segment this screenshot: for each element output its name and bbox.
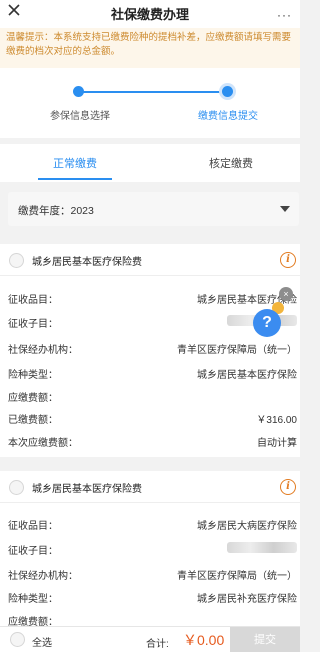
row-key: 本次应缴费额： bbox=[8, 438, 78, 449]
detail-row: 险种类型： 城乡居民基本医疗保险 bbox=[0, 363, 300, 385]
info-icon[interactable]: i bbox=[280, 252, 296, 268]
help-assistant-icon[interactable]: ? bbox=[253, 309, 281, 337]
card-header: 城乡居民基本医疗保险费 i bbox=[0, 244, 300, 276]
card-title: 城乡居民基本医疗保险费 bbox=[32, 257, 142, 268]
detail-row: 社保经办机构： 青羊区医疗保障局（统一） bbox=[0, 338, 300, 360]
row-value: 城乡居民基本医疗保险 bbox=[197, 370, 297, 381]
detail-row: 征收子目： bbox=[0, 539, 300, 561]
row-key: 征收子目： bbox=[8, 319, 58, 330]
step1-dot bbox=[73, 86, 84, 97]
step-progress-line bbox=[79, 91, 228, 93]
detail-row: 险种类型： 城乡居民补充医疗保险 bbox=[0, 587, 300, 609]
step-indicator: 参保信息选择 缴费信息提交 bbox=[0, 68, 300, 138]
helper-close-icon[interactable]: × bbox=[279, 287, 293, 301]
step2-label: 缴费信息提交 bbox=[198, 111, 258, 122]
row-key: 征收子目： bbox=[8, 546, 58, 557]
total-label: 合计: bbox=[146, 639, 169, 650]
total-amount: ￥0.00 bbox=[183, 632, 225, 648]
row-key: 征收品目： bbox=[8, 295, 58, 306]
tab-verified-payment[interactable]: 核定缴费 bbox=[196, 155, 266, 171]
select-all-radio[interactable] bbox=[10, 632, 25, 647]
card-title: 城乡居民基本医疗保险费 bbox=[32, 484, 142, 495]
card-header: 城乡居民基本医疗保险费 i bbox=[0, 471, 300, 503]
notice-banner: 温馨提示：本系统支持已缴费险种的提档补差，应缴费额请填写需要缴费的档次对应的总金… bbox=[0, 28, 300, 68]
step1-label: 参保信息选择 bbox=[50, 111, 110, 122]
info-icon[interactable]: i bbox=[280, 479, 296, 495]
row-value: ￥316.00 bbox=[256, 415, 297, 426]
more-menu-icon[interactable]: ··· bbox=[277, 8, 292, 22]
select-all-label[interactable]: 全选 bbox=[32, 634, 52, 649]
page-title: 社保缴费办理 bbox=[110, 7, 189, 22]
row-key: 已缴费额： bbox=[8, 415, 58, 426]
tab-normal-payment[interactable]: 正常缴费 bbox=[40, 155, 110, 171]
redacted-value bbox=[227, 542, 297, 553]
row-value: 青羊区医疗保障局（统一） bbox=[177, 571, 297, 582]
insurance-card: 城乡居民基本医疗保险费 i 征收品目： 城乡居民大病医疗保险 征收子目： 社保经… bbox=[0, 471, 300, 628]
submit-button[interactable]: 提交 bbox=[230, 627, 300, 652]
row-key: 险种类型： bbox=[8, 594, 58, 605]
detail-row: 社保经办机构： 青羊区医疗保障局（统一） bbox=[0, 564, 300, 586]
detail-row: 已缴费额： ￥316.00 bbox=[0, 408, 300, 430]
row-key: 险种类型： bbox=[8, 370, 58, 381]
detail-row: 应缴费额： bbox=[0, 386, 300, 408]
detail-row: 征收品目： 城乡居民基本医疗保险 bbox=[0, 288, 300, 310]
row-key: 应缴费额： bbox=[8, 393, 58, 404]
row-value: 青羊区医疗保障局（统一） bbox=[177, 345, 297, 356]
row-key: 征收品目： bbox=[8, 521, 58, 532]
year-select[interactable]: 缴费年度：2023 bbox=[8, 192, 299, 226]
row-value: 城乡居民补充医疗保险 bbox=[197, 594, 297, 605]
insurance-card: 城乡居民基本医疗保险费 i 征收品目： 城乡居民基本医疗保险 征收子目： 社保经… bbox=[0, 244, 300, 457]
row-value: 城乡居民大病医疗保险 bbox=[197, 521, 297, 532]
row-value: 自动计算 bbox=[257, 438, 297, 449]
active-tab-indicator bbox=[38, 178, 112, 180]
step2-dot bbox=[219, 83, 236, 100]
payment-tabs: 正常缴费 核定缴费 bbox=[0, 144, 300, 182]
select-radio[interactable] bbox=[9, 253, 24, 268]
select-radio[interactable] bbox=[9, 480, 24, 495]
row-key: 社保经办机构： bbox=[8, 571, 78, 582]
year-select-label: 缴费年度：2023 bbox=[18, 205, 94, 217]
detail-row: 本次应缴费额： 自动计算 bbox=[0, 431, 300, 453]
top-bar: 社保缴费办理 ··· bbox=[0, 0, 300, 28]
caret-down-icon bbox=[280, 206, 290, 212]
row-key: 社保经办机构： bbox=[8, 345, 78, 356]
bottom-bar: 全选 合计: ￥0.00 提交 bbox=[0, 626, 300, 652]
detail-row: 征收品目： 城乡居民大病医疗保险 bbox=[0, 514, 300, 536]
